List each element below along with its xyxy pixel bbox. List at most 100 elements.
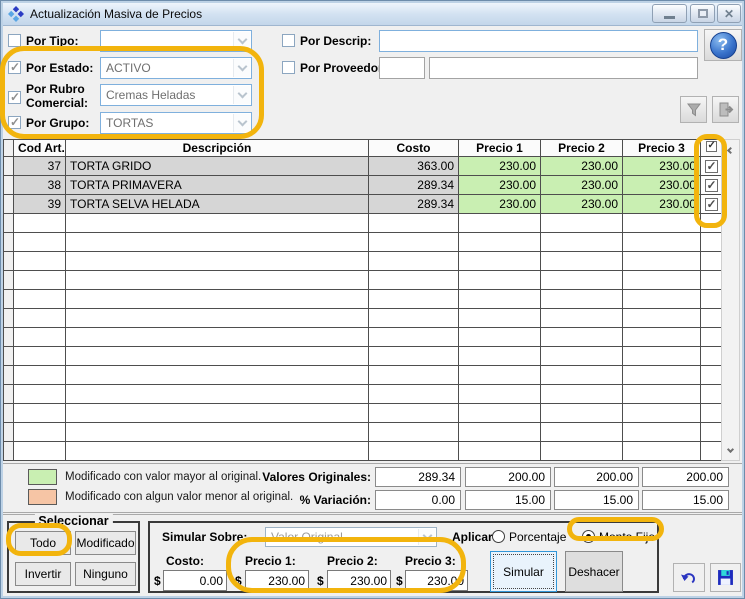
grid-cell-descripcion[interactable]: TORTA PRIMAVERA — [66, 176, 369, 195]
porcentaje-radio-label[interactable]: Porcentaje — [509, 530, 566, 544]
grid-row-selector[interactable] — [4, 157, 14, 176]
undo-button[interactable] — [673, 563, 705, 592]
costo-input[interactable] — [163, 570, 227, 591]
close-button[interactable]: ✕ — [717, 4, 741, 23]
grid-empty-cell — [541, 347, 623, 366]
grid-empty-cell — [369, 366, 459, 385]
por-descrip-input[interactable] — [379, 30, 698, 52]
por-grupo-dropdown-button[interactable] — [233, 114, 250, 132]
grid-empty-cell — [14, 271, 66, 290]
select-all-checkbox[interactable] — [706, 141, 717, 152]
row-checkbox[interactable] — [705, 179, 718, 192]
row-checkbox[interactable] — [705, 198, 718, 211]
precio1-input[interactable] — [245, 570, 309, 591]
por-tipo-checkbox[interactable] — [8, 34, 21, 47]
grid-empty-row — [4, 423, 722, 442]
monto-fijo-radio-label[interactable]: Monto Fijo — [599, 530, 655, 544]
help-button[interactable]: ? — [704, 29, 742, 61]
todo-button[interactable]: Todo — [15, 531, 71, 555]
por-grupo-combo[interactable]: TORTAS — [100, 112, 252, 134]
save-button[interactable] — [710, 563, 741, 592]
por-proveedor-code-input[interactable] — [379, 57, 425, 79]
grid-header-precio1[interactable]: Precio 1 — [459, 140, 541, 157]
por-rubro-dropdown-button[interactable] — [233, 86, 250, 104]
ninguno-button[interactable]: Ninguno — [75, 562, 136, 586]
grid-row-selector — [4, 328, 14, 347]
minimize-button[interactable] — [652, 4, 687, 23]
por-proveedor-checkbox[interactable] — [282, 61, 295, 74]
grid-row-selector[interactable] — [4, 176, 14, 195]
grid-header-cod[interactable]: Cod Art. — [14, 140, 66, 157]
porcentaje-radio[interactable] — [492, 530, 505, 543]
grid-header-costo[interactable]: Costo — [369, 140, 459, 157]
grid-empty-cell — [14, 442, 66, 461]
grid-cell-precio1[interactable]: 230.00 — [459, 176, 541, 195]
simular-button[interactable]: Simular — [490, 551, 557, 592]
modificado-button[interactable]: Modificado — [75, 531, 136, 555]
row-checkbox[interactable] — [705, 160, 718, 173]
por-estado-combo[interactable]: ACTIVO — [100, 57, 252, 79]
monto-fijo-radio[interactable] — [582, 530, 595, 543]
precio2-input[interactable] — [327, 570, 391, 591]
grid-empty-cell — [369, 252, 459, 271]
grid-row-selector[interactable] — [4, 195, 14, 214]
grid-cell-check[interactable] — [701, 157, 722, 176]
grid-header-check[interactable] — [701, 140, 722, 157]
grid-empty-cell — [541, 385, 623, 404]
grid-empty-row — [4, 366, 722, 385]
grid-row: 38TORTA PRIMAVERA289.34230.00230.00230.0… — [4, 176, 722, 195]
grid-cell-costo[interactable]: 363.00 — [369, 157, 459, 176]
simular-sobre-combo[interactable]: Valor Original — [265, 527, 437, 547]
grid-row: 37TORTA GRIDO363.00230.00230.00230.00 — [4, 157, 722, 176]
grid-empty-check-cell — [701, 309, 722, 328]
grid-cell-precio2[interactable]: 230.00 — [541, 176, 623, 195]
grid-empty-cell — [66, 404, 369, 423]
grid-cell-precio3[interactable]: 230.00 — [623, 176, 701, 195]
grid-cell-descripcion[interactable]: TORTA SELVA HELADA — [66, 195, 369, 214]
por-tipo-combo[interactable] — [100, 30, 252, 52]
grid-empty-cell — [66, 366, 369, 385]
por-estado-dropdown-button[interactable] — [233, 59, 250, 77]
por-rubro-checkbox[interactable] — [8, 91, 21, 104]
grid-cell-precio1[interactable]: 230.00 — [459, 195, 541, 214]
precio3-input[interactable] — [405, 570, 468, 591]
grid-cell-check[interactable] — [701, 176, 722, 195]
invertir-button[interactable]: Invertir — [15, 562, 71, 586]
scroll-up-button[interactable] — [723, 141, 738, 157]
por-grupo-checkbox[interactable] — [8, 116, 21, 129]
grid-cell-cod[interactable]: 38 — [14, 176, 66, 195]
scroll-down-button[interactable] — [723, 443, 738, 459]
grid-empty-row — [4, 328, 722, 347]
por-proveedor-name-input[interactable] — [429, 57, 698, 79]
simular-sobre-value: Valor Original — [271, 530, 343, 544]
grid-cell-precio3[interactable]: 230.00 — [623, 195, 701, 214]
grid-empty-check-cell — [701, 366, 722, 385]
grid-header-descripcion[interactable]: Descripción — [66, 140, 369, 157]
grid-empty-check-cell — [701, 233, 722, 252]
grid-cell-costo[interactable]: 289.34 — [369, 195, 459, 214]
grid-header-precio2[interactable]: Precio 2 — [541, 140, 623, 157]
grid-cell-cod[interactable]: 37 — [14, 157, 66, 176]
por-rubro-combo[interactable]: Cremas Heladas — [100, 84, 252, 106]
summary-panel: Modificado con valor mayor al original. … — [2, 463, 743, 513]
exit-button[interactable] — [712, 96, 739, 123]
grid-vertical-scrollbar[interactable] — [721, 139, 740, 461]
grid-cell-precio2[interactable]: 230.00 — [541, 195, 623, 214]
grid-cell-precio2[interactable]: 230.00 — [541, 157, 623, 176]
grid-cell-descripcion[interactable]: TORTA GRIDO — [66, 157, 369, 176]
por-tipo-dropdown-button[interactable] — [233, 32, 250, 50]
filter-button[interactable] — [680, 96, 707, 123]
maximize-button[interactable] — [690, 4, 715, 23]
grid-cell-cod[interactable]: 39 — [14, 195, 66, 214]
por-descrip-checkbox[interactable] — [282, 34, 295, 47]
grid-cell-precio3[interactable]: 230.00 — [623, 157, 701, 176]
grid-cell-check[interactable] — [701, 195, 722, 214]
grid-cell-costo[interactable]: 289.34 — [369, 176, 459, 195]
simular-sobre-dropdown-button[interactable] — [418, 529, 435, 545]
chevron-down-icon — [727, 446, 734, 453]
grid-empty-cell — [541, 423, 623, 442]
por-estado-checkbox[interactable] — [8, 61, 21, 74]
grid-header-precio3[interactable]: Precio 3 — [623, 140, 701, 157]
grid-cell-precio1[interactable]: 230.00 — [459, 157, 541, 176]
deshacer-button[interactable]: Deshacer — [565, 551, 623, 592]
